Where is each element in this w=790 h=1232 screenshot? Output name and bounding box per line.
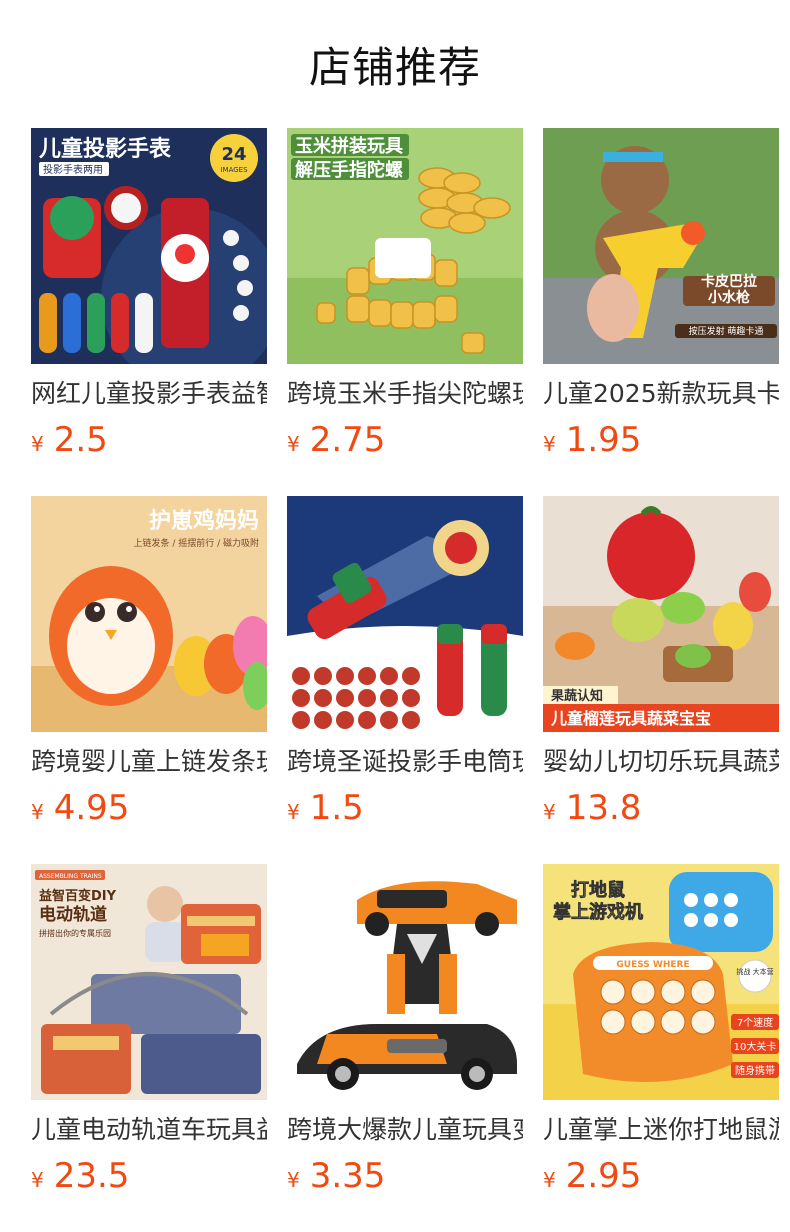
svg-text:拼搭出你的专属乐园: 拼搭出你的专属乐园 [39,928,111,938]
svg-text:上链发条 / 摇摆前行 / 磁力吸附: 上链发条 / 摇摆前行 / 磁力吸附 [133,537,259,549]
product-card[interactable]: 护崽鸡妈妈 上链发条 / 摇摆前行 / 磁力吸附 跨境婴儿童上链发条玩具 ¥ 4… [31,496,267,864]
currency-symbol: ¥ [287,800,300,824]
price-row: ¥ 13.8 [543,788,779,828]
svg-text:随身携带: 随身携带 [735,1064,775,1077]
product-image[interactable]: 打地鼠 掌上游戏机 GUESS WHERE 挑战 大本营 7个速度 10大关卡 … [543,864,779,1100]
product-card[interactable]: 跨境圣诞投影手电筒玩具 ¥ 1.5 [287,496,523,864]
svg-text:益智百变DIY: 益智百变DIY [39,888,117,904]
currency-symbol: ¥ [543,800,556,824]
currency-symbol: ¥ [543,432,556,456]
price-row: ¥ 2.75 [287,420,523,460]
product-price: 1.5 [309,788,364,828]
svg-text:IMAGES: IMAGES [220,166,248,174]
currency-symbol: ¥ [31,432,44,456]
svg-text:小水枪: 小水枪 [708,289,750,306]
banner-text: 儿童投影手表 [38,136,172,162]
product-image[interactable] [287,496,523,732]
product-image[interactable]: 卡皮巴拉 小水枪 按压发射 萌趣卡通 [543,128,779,364]
currency-symbol: ¥ [543,1168,556,1192]
product-card[interactable]: 玉米拼装玩具 解压手指陀螺 跨境玉米手指尖陀螺 ¥ 2.75 [287,128,523,496]
svg-text:打地鼠: 打地鼠 [571,879,625,901]
product-image[interactable]: 果蔬认知 儿童榴莲玩具蔬菜宝宝 [543,496,779,732]
product-price: 3.35 [309,1156,386,1196]
product-title[interactable]: 网红儿童投影手表益智 [31,378,267,410]
svg-text:解压手指陀螺: 解压手指陀螺 [295,159,403,181]
currency-symbol: ¥ [31,800,44,824]
svg-text:10大关卡: 10大关卡 [734,1040,777,1053]
price-row: ¥ 2.5 [31,420,267,460]
product-grid: 儿童投影手表 投影手表两用 24 IMAGES 网红儿童投影手表益智 ¥ 2.5… [31,128,779,1232]
product-card[interactable]: 儿童投影手表 投影手表两用 24 IMAGES 网红儿童投影手表益智 ¥ 2.5 [31,128,267,496]
product-image[interactable]: 护崽鸡妈妈 上链发条 / 摇摆前行 / 磁力吸附 [31,496,267,732]
svg-text:24: 24 [221,144,246,165]
product-price: 4.95 [53,788,130,828]
product-image[interactable]: 儿童投影手表 投影手表两用 24 IMAGES [31,128,267,364]
price-row: ¥ 1.95 [543,420,779,460]
product-title[interactable]: 儿童2025新款玩具卡皮巴拉 [543,378,779,410]
product-card[interactable]: 卡皮巴拉 小水枪 按压发射 萌趣卡通 儿童2025新款玩具卡皮巴拉 ¥ 1.95 [543,128,779,496]
svg-text:电动轨道: 电动轨道 [39,904,107,925]
product-card[interactable]: 打地鼠 掌上游戏机 GUESS WHERE 挑战 大本营 7个速度 10大关卡 … [543,864,779,1232]
product-price: 2.5 [53,420,108,460]
product-title[interactable]: 跨境玉米手指尖陀螺玩具 [287,378,523,410]
svg-text:儿童榴莲玩具蔬菜宝宝: 儿童榴莲玩具蔬菜宝宝 [550,709,711,728]
currency-symbol: ¥ [287,432,300,456]
currency-symbol: ¥ [287,1168,300,1192]
svg-text:按压发射 萌趣卡通: 按压发射 萌趣卡通 [689,325,764,337]
product-price: 13.8 [565,788,642,828]
product-card[interactable]: 果蔬认知 儿童榴莲玩具蔬菜宝宝 婴幼儿切切乐玩具蔬菜 ¥ 13.8 [543,496,779,864]
page-header: 店铺推荐 [0,0,790,128]
product-price: 2.95 [565,1156,642,1196]
price-row: ¥ 23.5 [31,1156,267,1196]
svg-text:掌上游戏机: 掌上游戏机 [553,901,643,923]
product-image[interactable]: ASSEMBLING TRAINS 益智百变DIY 电动轨道 拼搭出你的专属乐园 [31,864,267,1100]
product-price: 1.95 [565,420,642,460]
svg-text:GUESS WHERE: GUESS WHERE [616,960,689,970]
product-image[interactable]: 玉米拼装玩具 解压手指陀螺 [287,128,523,364]
product-title[interactable]: 跨境圣诞投影手电筒玩具 [287,746,523,778]
product-price: 2.75 [309,420,386,460]
price-row: ¥ 4.95 [31,788,267,828]
product-title[interactable]: 儿童电动轨道车玩具益智 [31,1114,267,1146]
svg-text:挑战 大本营: 挑战 大本营 [736,967,773,976]
svg-text:7个速度: 7个速度 [737,1016,773,1029]
svg-text:果蔬认知: 果蔬认知 [550,688,603,704]
svg-text:护崽鸡妈妈: 护崽鸡妈妈 [149,508,259,534]
currency-symbol: ¥ [31,1168,44,1192]
product-card[interactable]: 跨境大爆款儿童玩具变形 ¥ 3.35 [287,864,523,1232]
product-price: 23.5 [53,1156,130,1196]
product-title[interactable]: 跨境大爆款儿童玩具变形 [287,1114,523,1146]
svg-text:卡皮巴拉: 卡皮巴拉 [701,273,757,290]
price-row: ¥ 3.35 [287,1156,523,1196]
price-row: ¥ 1.5 [287,788,523,828]
svg-text:ASSEMBLING TRAINS: ASSEMBLING TRAINS [39,873,102,880]
page-title: 店铺推荐 [308,42,481,92]
product-title[interactable]: 跨境婴儿童上链发条玩具 [31,746,267,778]
product-title[interactable]: 儿童掌上迷你打地鼠游戏 [543,1114,779,1146]
product-card[interactable]: ASSEMBLING TRAINS 益智百变DIY 电动轨道 拼搭出你的专属乐园… [31,864,267,1232]
product-title[interactable]: 婴幼儿切切乐玩具蔬菜 [543,746,779,778]
svg-text:玉米拼装玩具: 玉米拼装玩具 [295,135,403,157]
price-row: ¥ 2.95 [543,1156,779,1196]
product-image[interactable] [287,864,523,1100]
svg-text:投影手表两用: 投影手表两用 [43,163,103,176]
